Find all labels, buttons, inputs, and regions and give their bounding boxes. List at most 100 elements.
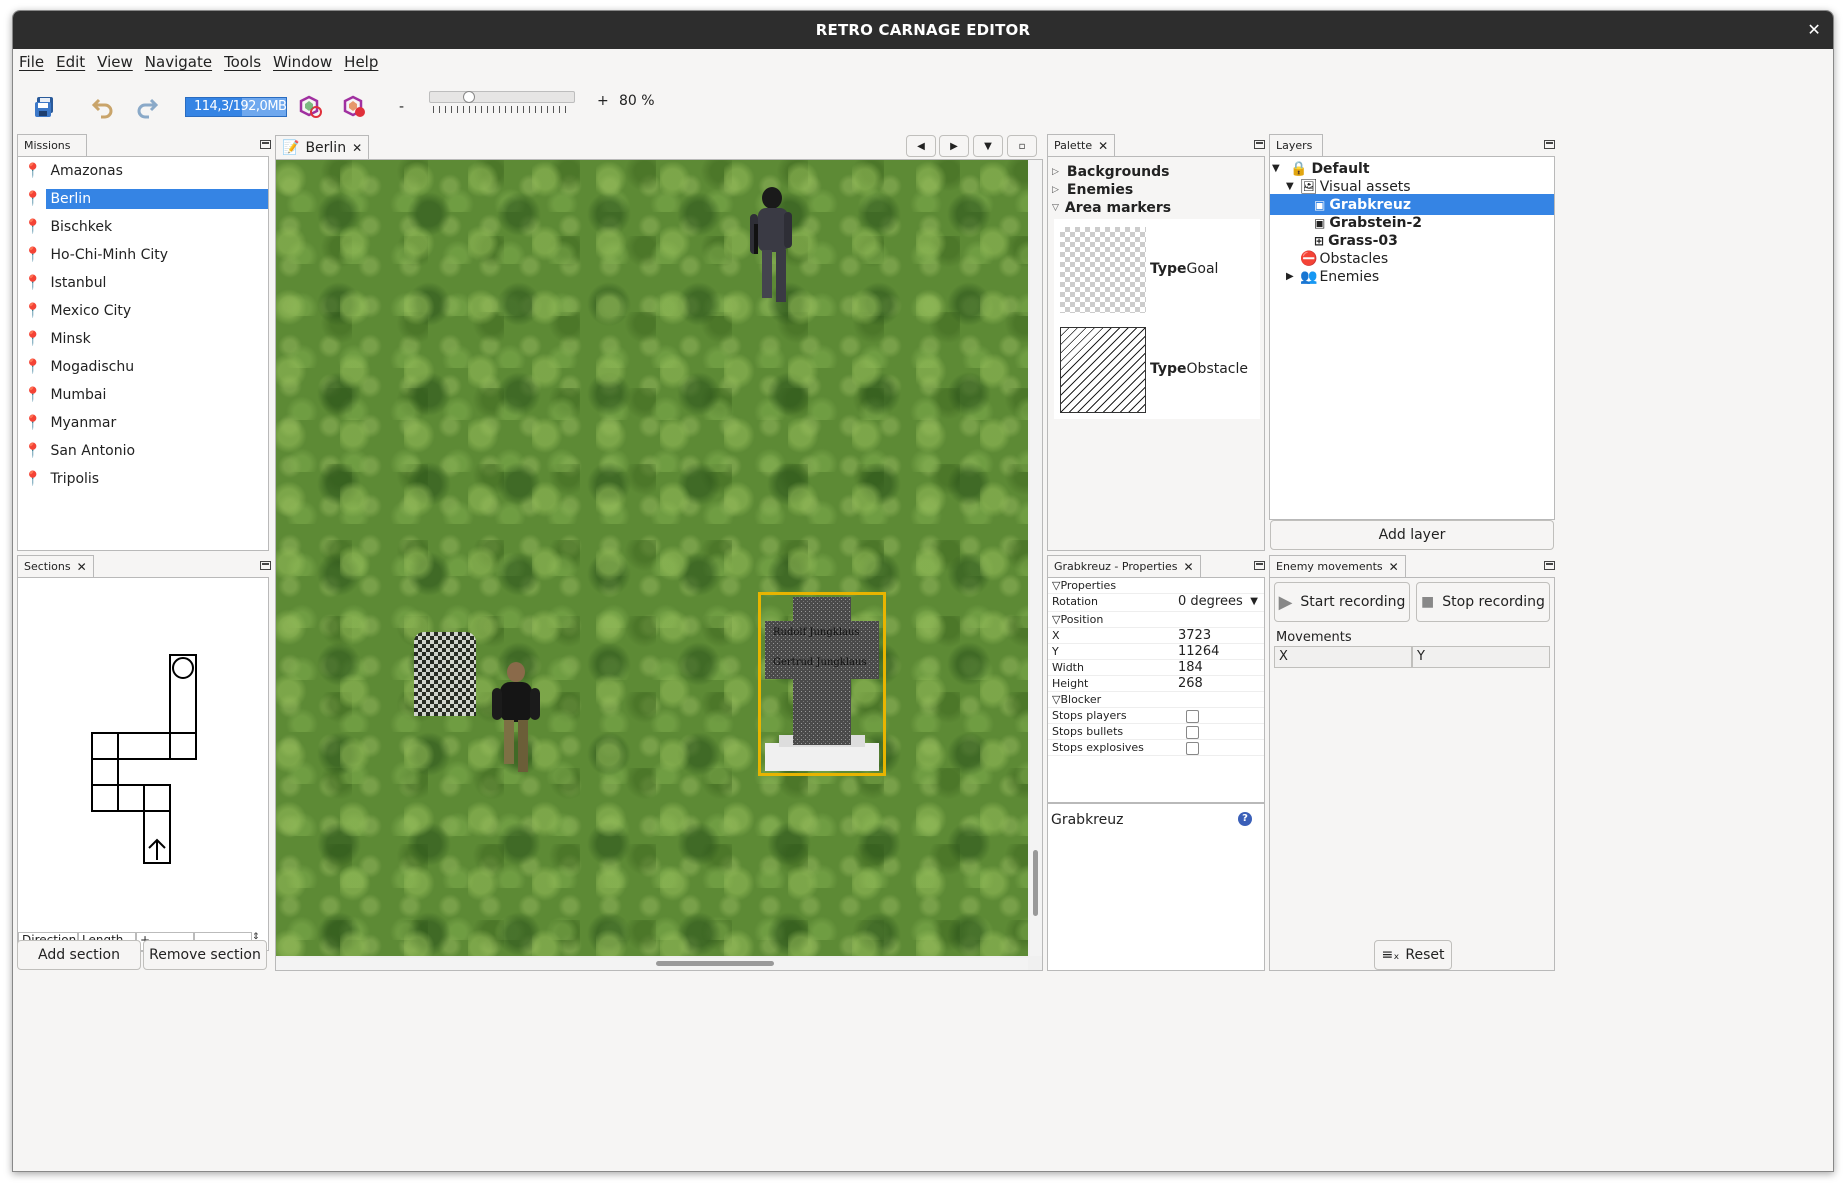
palette-tab[interactable]: Palette ✕ [1047, 134, 1116, 156]
enemy-movements-tab[interactable]: Enemy movements ✕ [1269, 555, 1406, 577]
garbage-collect-button[interactable] [299, 95, 323, 123]
edit-document-icon: 📝 [282, 139, 300, 156]
list-item[interactable]: 📍 San Antonio [18, 437, 268, 465]
map-pin-icon: 📍 [24, 275, 42, 291]
list-item[interactable]: 📍 Mexico City [18, 297, 268, 325]
close-icon[interactable]: ✕ [352, 141, 362, 155]
mission-label: Mexico City [50, 303, 132, 319]
menu-help[interactable]: Help [344, 53, 378, 71]
reset-button[interactable]: ≡ₓ Reset [1374, 940, 1452, 970]
height-field[interactable]: 268 [1178, 676, 1203, 691]
menu-edit[interactable]: Edit [56, 53, 85, 71]
tab-left-button[interactable]: ◀ [906, 135, 936, 157]
tile-grid-icon: ⊞ [1314, 233, 1325, 248]
list-item[interactable]: 📍 Myanmar [18, 409, 268, 437]
memory-indicator[interactable]: 114,3/192,0MB [185, 97, 287, 117]
close-icon[interactable]: ✕ [77, 560, 87, 574]
vertical-scrollbar[interactable] [1030, 160, 1042, 956]
missions-dock-header: Missions [17, 134, 271, 156]
stops-bullets-checkbox[interactable] [1186, 726, 1199, 739]
list-item[interactable]: 📍 Bischkek [18, 213, 268, 241]
column-x[interactable]: X [1274, 646, 1412, 668]
minimize-icon[interactable] [1254, 561, 1265, 570]
undo-button[interactable] [91, 95, 115, 123]
zoom-out-button[interactable]: - [399, 99, 404, 115]
add-layer-button[interactable]: Add layer [1270, 520, 1554, 550]
map-canvas[interactable]: Rudolf Jungklaus Gertrud Jungklaus [276, 160, 1028, 956]
zoom-slider[interactable] [429, 91, 575, 115]
group-properties[interactable]: ▽Properties [1048, 578, 1264, 594]
list-item[interactable]: 📍 Mogadischu [18, 353, 268, 381]
x-field[interactable]: 3723 [1178, 628, 1211, 643]
tab-right-button[interactable]: ▶ [939, 135, 969, 157]
minimize-icon[interactable] [1254, 140, 1265, 149]
garbage-collect-all-button[interactable] [343, 95, 367, 123]
horizontal-scroll-thumb[interactable] [656, 961, 774, 966]
help-icon[interactable]: ? [1238, 812, 1252, 826]
rotation-select[interactable]: 0 degrees [1178, 594, 1243, 609]
redo-button[interactable] [135, 95, 159, 123]
minimize-icon[interactable] [260, 140, 271, 149]
layers-tab[interactable]: Layers [1269, 134, 1323, 156]
width-label: Width [1052, 661, 1084, 674]
minimize-icon[interactable] [260, 561, 271, 570]
list-item[interactable]: 📍 Ho-Chi-Minh City [18, 241, 268, 269]
list-item[interactable]: 📍 Minsk [18, 325, 268, 353]
stops-explosives-checkbox[interactable] [1186, 742, 1199, 755]
no-entry-icon: ⛔ [1300, 250, 1318, 267]
group-position[interactable]: ▽Position [1048, 612, 1264, 628]
list-item[interactable]: 📍 Mumbai [18, 381, 268, 409]
column-y[interactable]: Y [1412, 646, 1550, 668]
add-section-button[interactable]: Add section [17, 940, 141, 970]
player-soldier[interactable] [486, 660, 546, 790]
close-icon[interactable]: ✕ [1807, 11, 1821, 49]
menu-window[interactable]: Window [273, 53, 332, 71]
group-blocker-label: Blocker [1060, 693, 1102, 706]
vertical-scroll-thumb[interactable] [1033, 850, 1038, 916]
menu-tools[interactable]: Tools [224, 53, 261, 71]
minimize-icon[interactable] [1544, 140, 1555, 149]
remove-section-button[interactable]: Remove section [143, 940, 267, 970]
stops-bullets-row: Stops bullets [1048, 724, 1264, 740]
group-blocker[interactable]: ▽Blocker [1048, 692, 1264, 708]
close-icon[interactable]: ✕ [1098, 139, 1108, 153]
save-all-button[interactable] [33, 95, 57, 123]
sections-panel: Direction Length + - ⇕ [17, 577, 269, 952]
tab-list-button[interactable]: ▼ [973, 135, 1003, 157]
palette-group-area-markers[interactable]: ▽ Area markers [1052, 197, 1171, 218]
menu-file[interactable]: File [19, 53, 44, 71]
minimize-icon[interactable] [1544, 561, 1555, 570]
width-field[interactable]: 184 [1178, 660, 1203, 675]
start-recording-button[interactable]: ▶ Start recording [1274, 582, 1410, 622]
rotation-label: Rotation [1052, 595, 1099, 608]
stops-explosives-label: Stops explosives [1052, 741, 1144, 754]
list-item[interactable]: 📍 Tripolis [18, 465, 268, 493]
y-field[interactable]: 11264 [1178, 644, 1219, 659]
close-icon[interactable]: ✕ [1389, 560, 1399, 574]
stop-recording-button[interactable]: ■ Stop recording [1416, 582, 1550, 622]
close-icon[interactable]: ✕ [1184, 560, 1194, 574]
gravestone-asset[interactable] [414, 632, 476, 716]
mission-label: Minsk [50, 331, 91, 347]
goal-marker-swatch[interactable] [1060, 227, 1146, 313]
layer-enemies[interactable]: ▶ 👥 Enemies [1286, 266, 1379, 287]
properties-tab[interactable]: Grabkreuz - Properties ✕ [1047, 555, 1201, 577]
list-item[interactable]: 📍 Istanbul [18, 269, 268, 297]
grabkreuz-selection[interactable]: Rudolf Jungklaus Gertrud Jungklaus [758, 592, 886, 776]
zoom-slider-handle[interactable] [462, 91, 475, 103]
menu-navigate[interactable]: Navigate [145, 53, 212, 71]
menu-view[interactable]: View [97, 53, 133, 71]
enemy-soldier[interactable] [740, 184, 810, 314]
list-item[interactable]: 📍 Berlin [18, 185, 268, 213]
chevron-down-icon[interactable]: ▼ [1250, 596, 1258, 607]
stops-players-checkbox[interactable] [1186, 710, 1199, 723]
sections-tab[interactable]: Sections ✕ [17, 555, 94, 577]
tab-berlin[interactable]: 📝 Berlin ✕ [275, 135, 370, 159]
horizontal-scrollbar[interactable] [276, 958, 1028, 970]
list-item[interactable]: 📍 Amazonas [18, 157, 268, 185]
maximize-button[interactable]: ▫ [1007, 135, 1037, 157]
editor-tab-bar: 📝 Berlin ✕ ◀ ▶ ▼ ▫ [275, 135, 1045, 159]
missions-tab[interactable]: Missions [17, 134, 87, 156]
obstacle-marker-swatch[interactable] [1060, 327, 1146, 413]
zoom-in-button[interactable]: + [597, 93, 609, 109]
